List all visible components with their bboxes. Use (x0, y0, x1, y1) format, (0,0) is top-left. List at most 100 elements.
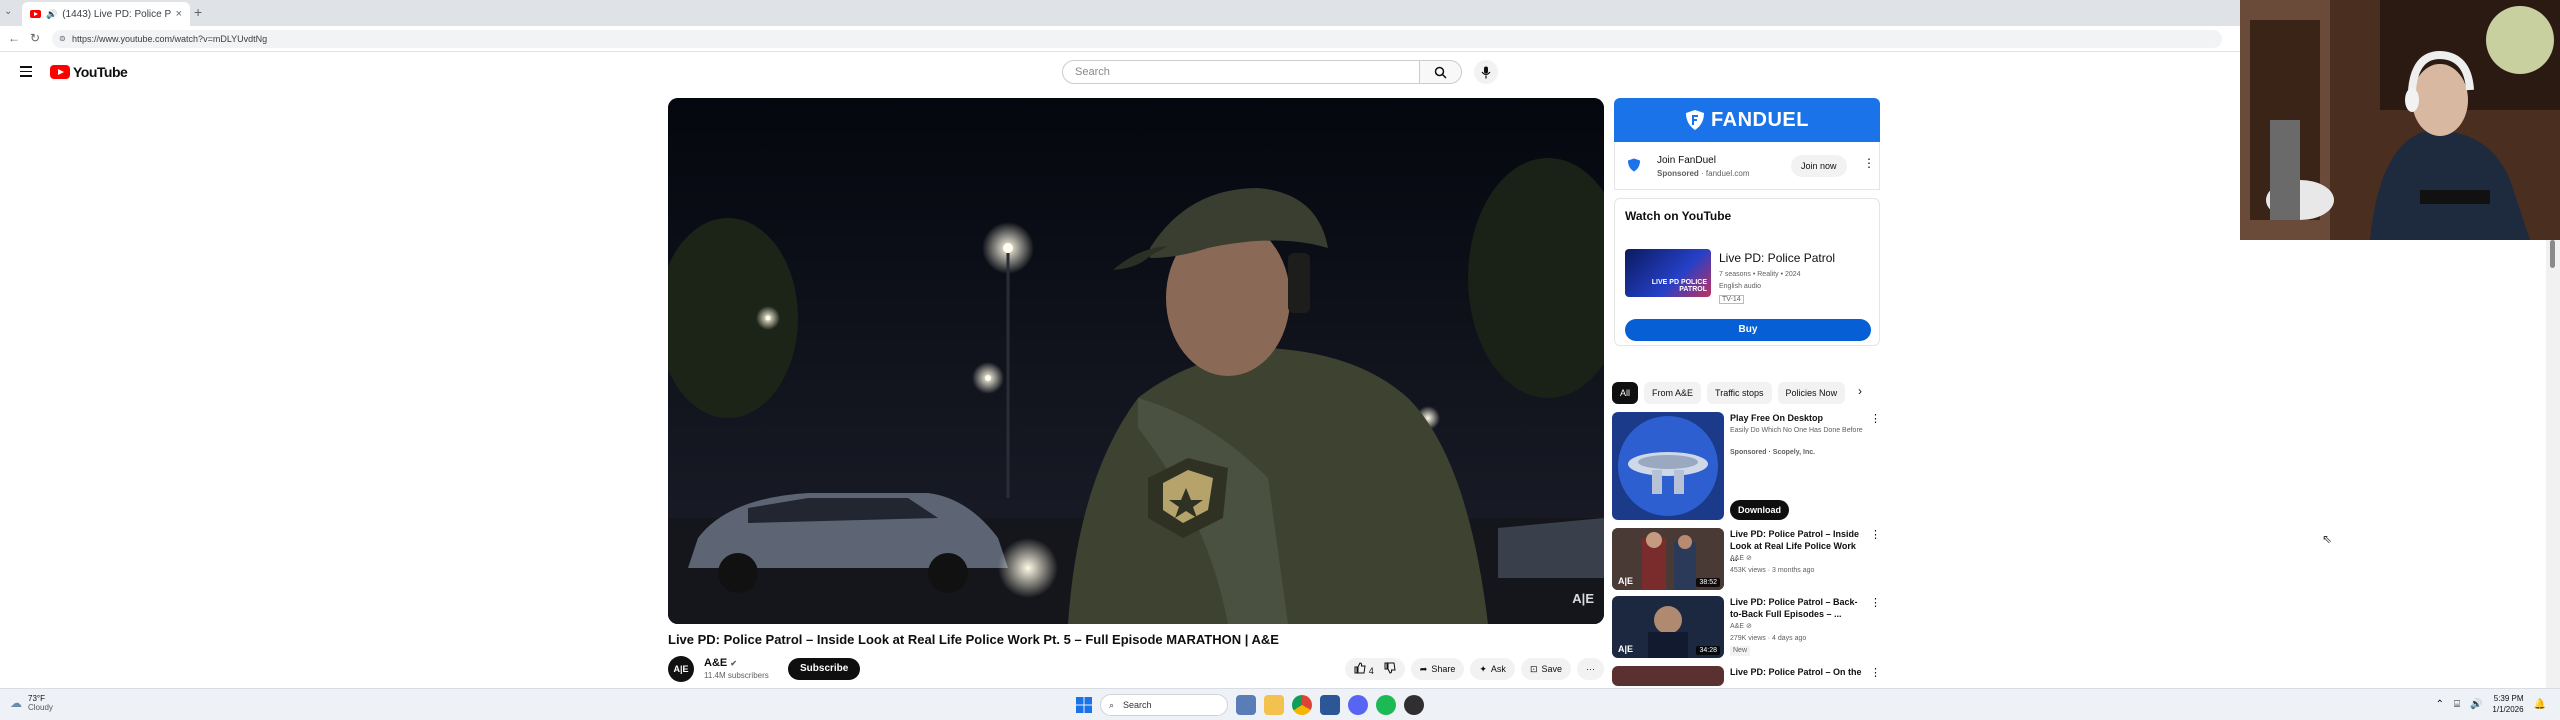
save-button[interactable]: ⊡ Save (1520, 658, 1571, 680)
show-thumbnail[interactable]: LIVE PD POLICE PATROL (1625, 249, 1711, 297)
volume-icon[interactable]: 🔊 (2470, 699, 2482, 710)
site-info-icon[interactable]: ⊜ (59, 30, 66, 48)
ad-domain: · fanduel.com (1701, 169, 1750, 178)
new-badge: New (1730, 646, 1751, 656)
tab-search-icon[interactable]: ⌄ (4, 6, 12, 17)
file-explorer-icon[interactable] (1264, 695, 1284, 715)
advertiser-name[interactable]: Join FanDuel (1657, 155, 1716, 166)
rec-channel[interactable]: A&E ⊘ (1730, 622, 1868, 632)
rec-menu-icon[interactable]: ⋮ (1870, 666, 1881, 679)
rec-stats: 279K views · 4 days ago (1730, 635, 1807, 642)
advertiser-logo-icon (1628, 158, 1640, 172)
video-frame (668, 98, 1604, 624)
youtube-play-logo-icon (50, 65, 70, 79)
rec-sponsor: Sponsored · Scopely, Inc. (1730, 449, 1816, 456)
network-icon[interactable]: ⌸ (2454, 699, 2460, 710)
windows-taskbar: ☁ 73°F Cloudy ⌕ Search ⌃ ⌸ 🔊 5:39 PM 1/1… (0, 688, 2560, 720)
subscribe-button[interactable]: Subscribe (788, 658, 861, 680)
watch-on-youtube-card: Watch on YouTube LIVE PD POLICE PATROL L… (1614, 198, 1880, 346)
chip-policies-now[interactable]: Policies Now (1777, 382, 1846, 404)
chip-from-ae[interactable]: From A&E (1644, 382, 1702, 404)
chevron-right-icon[interactable]: › (1858, 384, 1862, 398)
fanduel-brand: FANDUEL (1711, 108, 1809, 131)
video-player[interactable]: A|E (668, 98, 1604, 624)
channel-avatar[interactable]: A|E (668, 656, 694, 682)
dislike-button[interactable] (1384, 662, 1396, 676)
chip-all[interactable]: All (1612, 382, 1639, 404)
svg-text:A|E: A|E (1618, 644, 1633, 654)
show-title[interactable]: Live PD: Police Patrol (1719, 251, 1835, 265)
game-thumbnail-image (1612, 412, 1724, 520)
verified-icon: ✔ (730, 659, 737, 668)
join-now-button[interactable]: Join now (1791, 155, 1847, 177)
channel-watermark: A|E (1572, 591, 1594, 606)
download-button[interactable]: Download (1730, 500, 1789, 520)
chrome-icon[interactable] (1292, 695, 1312, 715)
search-button[interactable] (1420, 60, 1462, 84)
search-input[interactable]: Search (1062, 60, 1420, 84)
rec-menu-icon[interactable]: ⋮ (1870, 412, 1881, 425)
back-icon[interactable]: ← (8, 31, 20, 45)
menu-icon[interactable] (20, 66, 32, 80)
rec-title[interactable]: Live PD: Police Patrol – Back-to-Back Fu… (1730, 596, 1864, 620)
youtube-logo[interactable]: YouTube (50, 64, 128, 80)
windows-start-icon[interactable] (1076, 697, 1092, 713)
video-title: Live PD: Police Patrol – Inside Look at … (668, 632, 1279, 647)
svg-text:A|E: A|E (1618, 576, 1633, 586)
buy-button[interactable]: Buy (1625, 319, 1871, 341)
task-view-icon[interactable] (1236, 695, 1256, 715)
taskbar-search-label: Search (1123, 700, 1152, 710)
filter-chips: All From A&E Traffic stops Policies Now (1612, 382, 1880, 404)
thumbs-up-icon (1354, 662, 1366, 674)
list-item[interactable]: Live PD: Police Patrol – On the ⋮ (1612, 666, 1882, 686)
channel-name[interactable]: A&E ✔ (704, 657, 737, 669)
chevron-up-icon[interactable]: ⌃ (2436, 699, 2444, 710)
sponsored-label: Sponsored (1657, 169, 1699, 178)
tab-close-icon[interactable]: × (176, 8, 182, 20)
browser-tab[interactable]: 🔊 (1443) Live PD: Police Patrol - × (22, 2, 190, 26)
video-duration: 38:52 (1696, 578, 1720, 587)
page-scrollbar[interactable] (2546, 240, 2560, 688)
discord-icon[interactable] (1348, 695, 1368, 715)
reload-icon[interactable]: ↻ (30, 31, 40, 45)
show-audio: English audio (1719, 283, 1762, 290)
notification-bell-icon[interactable]: 🔔 (2534, 699, 2546, 710)
video-thumbnail[interactable] (1612, 666, 1724, 686)
rec-channel[interactable]: A&E ⊘ (1730, 554, 1868, 564)
like-button[interactable]: 4 (1354, 662, 1374, 676)
subscriber-count: 11.4M subscribers (704, 671, 769, 680)
scrollbar-thumb[interactable] (2550, 240, 2555, 268)
new-tab-button[interactable]: + (194, 4, 202, 20)
share-icon: ➦ (1419, 663, 1428, 674)
speaker-icon[interactable]: 🔊 (46, 9, 57, 20)
list-item[interactable]: Play Free On Desktop Easily Do Which No … (1612, 412, 1882, 524)
obs-icon[interactable] (1404, 695, 1424, 715)
chip-traffic-stops[interactable]: Traffic stops (1707, 382, 1772, 404)
rec-title[interactable]: Play Free On Desktop (1730, 412, 1864, 424)
webcam-image (2240, 0, 2560, 240)
video-thumbnail[interactable]: A|E 34:28 (1612, 596, 1724, 658)
list-item[interactable]: A|E 34:28 Live PD: Police Patrol – Back-… (1612, 596, 1882, 662)
like-count: 4 (1368, 666, 1374, 676)
spotify-icon[interactable] (1376, 695, 1396, 715)
fanduel-ad-banner[interactable]: FANDUEL (1614, 98, 1880, 142)
fanduel-shield-icon (1686, 110, 1705, 130)
taskbar-search[interactable]: ⌕ Search (1100, 694, 1228, 716)
rec-description: Easily Do Which No One Has Done Before (1730, 427, 1863, 434)
app-icon[interactable] (1320, 695, 1340, 715)
url-field[interactable]: ⊜ https://www.youtube.com/watch?v=mDLYUv… (52, 30, 2222, 48)
video-thumbnail[interactable]: A|E 38:52 (1612, 528, 1724, 590)
rec-menu-icon[interactable]: ⋮ (1870, 528, 1881, 541)
weather-widget[interactable]: ☁ 73°F Cloudy (10, 694, 53, 712)
rec-title[interactable]: Live PD: Police Patrol – On the (1730, 666, 1864, 678)
ask-button[interactable]: ✦ Ask (1470, 658, 1515, 680)
rec-menu-icon[interactable]: ⋮ (1870, 596, 1881, 609)
more-actions-button[interactable]: ··· (1577, 658, 1604, 680)
sponsored-game-thumbnail[interactable] (1612, 412, 1724, 520)
taskbar-clock[interactable]: 5:39 PM 1/1/2026 (2492, 693, 2523, 715)
share-button[interactable]: ➦ Share (1410, 658, 1465, 680)
weather-condition: Cloudy (28, 703, 53, 712)
ad-menu-icon[interactable]: ⋮ (1863, 156, 1875, 170)
voice-search-button[interactable] (1474, 60, 1498, 84)
list-item[interactable]: A|E 38:52 Live PD: Police Patrol – Insid… (1612, 528, 1882, 592)
